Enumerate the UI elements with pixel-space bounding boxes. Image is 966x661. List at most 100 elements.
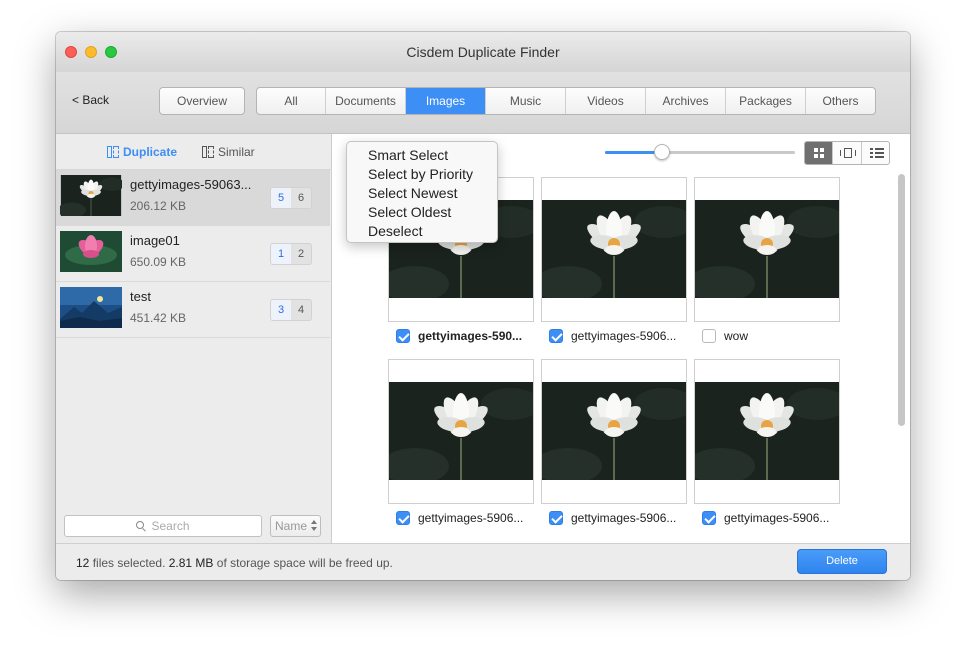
file-checkbox[interactable] bbox=[702, 329, 716, 343]
image-card[interactable] bbox=[694, 177, 840, 322]
menu-item-deselect[interactable]: Deselect bbox=[347, 222, 497, 241]
file-checkbox[interactable] bbox=[702, 511, 716, 525]
freed-size: 2.81 MB bbox=[168, 556, 214, 570]
zoom-slider-knob[interactable] bbox=[654, 144, 670, 160]
image-card[interactable] bbox=[694, 359, 840, 504]
image-card[interactable] bbox=[541, 177, 687, 322]
title-bar: Cisdem Duplicate Finder bbox=[56, 32, 910, 72]
tab-duplicate-label: Duplicate bbox=[123, 145, 178, 159]
tab-music[interactable]: Music bbox=[486, 88, 566, 114]
duplicate-count-badge: 3 4 bbox=[270, 299, 312, 321]
filmstrip-icon bbox=[840, 148, 857, 158]
tab-similar-label: Similar bbox=[218, 145, 255, 159]
image-card[interactable] bbox=[541, 359, 687, 504]
tab-documents[interactable]: Documents bbox=[326, 88, 406, 114]
list-item[interactable]: gettyimages-59063... 206.12 KB 5 6 bbox=[56, 170, 330, 226]
overview-button[interactable]: Overview bbox=[159, 87, 245, 115]
sort-select[interactable]: Name bbox=[270, 515, 321, 537]
search-icon bbox=[136, 521, 146, 531]
list-icon bbox=[869, 148, 884, 158]
toolbar: < Back Overview All Documents Images Mus… bbox=[56, 72, 910, 134]
search-input[interactable]: Search bbox=[64, 515, 262, 537]
file-caption: gettyimages-5906... bbox=[549, 327, 676, 345]
file-thumbnail bbox=[60, 287, 122, 328]
app-window: Cisdem Duplicate Finder < Back Overview … bbox=[56, 32, 910, 580]
file-name: image01 bbox=[130, 233, 180, 248]
zoom-window-button[interactable] bbox=[105, 46, 117, 58]
status-bar: 12 files selected. 2.81 MB of storage sp… bbox=[56, 543, 910, 580]
selected-count: 12 bbox=[76, 556, 90, 570]
file-caption: gettyimages-5906... bbox=[702, 509, 829, 527]
image-preview bbox=[695, 382, 839, 480]
close-window-button[interactable] bbox=[65, 46, 77, 58]
grid-icon bbox=[814, 148, 824, 158]
duplicate-icon bbox=[107, 146, 119, 158]
file-checkbox[interactable] bbox=[396, 511, 410, 525]
image-card[interactable] bbox=[388, 359, 534, 504]
file-thumbnail bbox=[60, 231, 122, 272]
zoom-slider[interactable] bbox=[605, 144, 795, 160]
select-menu: Smart Select Select by Priority Select N… bbox=[346, 141, 498, 243]
sort-label: Name bbox=[275, 519, 308, 533]
file-checkbox[interactable] bbox=[396, 329, 410, 343]
file-caption: wow bbox=[702, 327, 748, 345]
menu-item-select-oldest[interactable]: Select Oldest bbox=[347, 203, 497, 222]
file-checkbox[interactable] bbox=[549, 329, 563, 343]
filmstrip-view-button[interactable] bbox=[833, 142, 862, 164]
tab-all[interactable]: All bbox=[257, 88, 326, 114]
back-button[interactable]: < Back bbox=[72, 93, 109, 107]
menu-item-select-by-priority[interactable]: Select by Priority bbox=[347, 165, 497, 184]
file-name: gettyimages-59063... bbox=[130, 177, 252, 192]
file-size: 451.42 KB bbox=[130, 311, 187, 325]
minimize-window-button[interactable] bbox=[85, 46, 97, 58]
status-message: 12 files selected. 2.81 MB of storage sp… bbox=[76, 556, 393, 570]
count-a: 5 bbox=[271, 188, 291, 208]
list-item[interactable]: image01 650.09 KB 1 2 bbox=[56, 226, 330, 282]
file-caption-name: gettyimages-5906... bbox=[418, 511, 524, 525]
vertical-scrollbar[interactable] bbox=[898, 174, 905, 426]
file-caption-name: gettyimages-5906... bbox=[571, 329, 677, 343]
sidebar: Duplicate Similar gettyimages-59063... 2… bbox=[56, 134, 332, 543]
count-b: 6 bbox=[297, 192, 305, 204]
file-caption-name: gettyimages-5906... bbox=[571, 511, 677, 525]
similar-icon bbox=[202, 146, 214, 158]
file-size: 650.09 KB bbox=[130, 255, 187, 269]
freed-size-suffix: of storage space will be freed up. bbox=[213, 556, 393, 570]
delete-button[interactable]: Delete bbox=[797, 549, 887, 574]
category-tabs: All Documents Images Music Videos Archiv… bbox=[256, 87, 876, 115]
search-placeholder: Search bbox=[151, 519, 190, 533]
file-caption: gettyimages-5906... bbox=[549, 509, 676, 527]
view-mode-switch bbox=[804, 141, 890, 165]
tab-videos[interactable]: Videos bbox=[566, 88, 646, 114]
menu-item-select-newest[interactable]: Select Newest bbox=[347, 184, 497, 203]
menu-item-smart-select[interactable]: Smart Select bbox=[347, 146, 497, 165]
file-size: 206.12 KB bbox=[130, 199, 187, 213]
file-caption-name: wow bbox=[724, 329, 749, 343]
grid-view-button[interactable] bbox=[805, 142, 834, 164]
tab-similar[interactable]: Similar bbox=[202, 145, 255, 159]
count-b: 4 bbox=[297, 304, 305, 316]
image-preview bbox=[389, 382, 533, 480]
duplicate-count-badge: 5 6 bbox=[270, 187, 312, 209]
file-name: test bbox=[130, 289, 151, 304]
sort-arrows-icon bbox=[311, 519, 317, 533]
image-preview bbox=[695, 200, 839, 298]
window-title: Cisdem Duplicate Finder bbox=[406, 44, 560, 60]
count-a: 1 bbox=[271, 244, 291, 264]
count-a: 3 bbox=[271, 300, 291, 320]
file-caption-name: gettyimages-590... bbox=[418, 329, 523, 343]
duplicate-count-badge: 1 2 bbox=[270, 243, 312, 265]
tab-duplicate[interactable]: Duplicate bbox=[107, 145, 177, 159]
file-caption: gettyimages-590... bbox=[396, 327, 522, 345]
file-caption: gettyimages-5906... bbox=[396, 509, 523, 527]
file-caption-name: gettyimages-5906... bbox=[724, 511, 830, 525]
sidebar-mode-tabs: Duplicate Similar bbox=[56, 134, 332, 170]
tab-images[interactable]: Images bbox=[406, 88, 486, 114]
tab-archives[interactable]: Archives bbox=[646, 88, 726, 114]
image-preview bbox=[542, 200, 686, 298]
list-item[interactable]: test 451.42 KB 3 4 bbox=[56, 282, 330, 338]
tab-others[interactable]: Others bbox=[806, 88, 875, 114]
tab-packages[interactable]: Packages bbox=[726, 88, 806, 114]
file-checkbox[interactable] bbox=[549, 511, 563, 525]
list-view-button[interactable] bbox=[862, 142, 889, 164]
